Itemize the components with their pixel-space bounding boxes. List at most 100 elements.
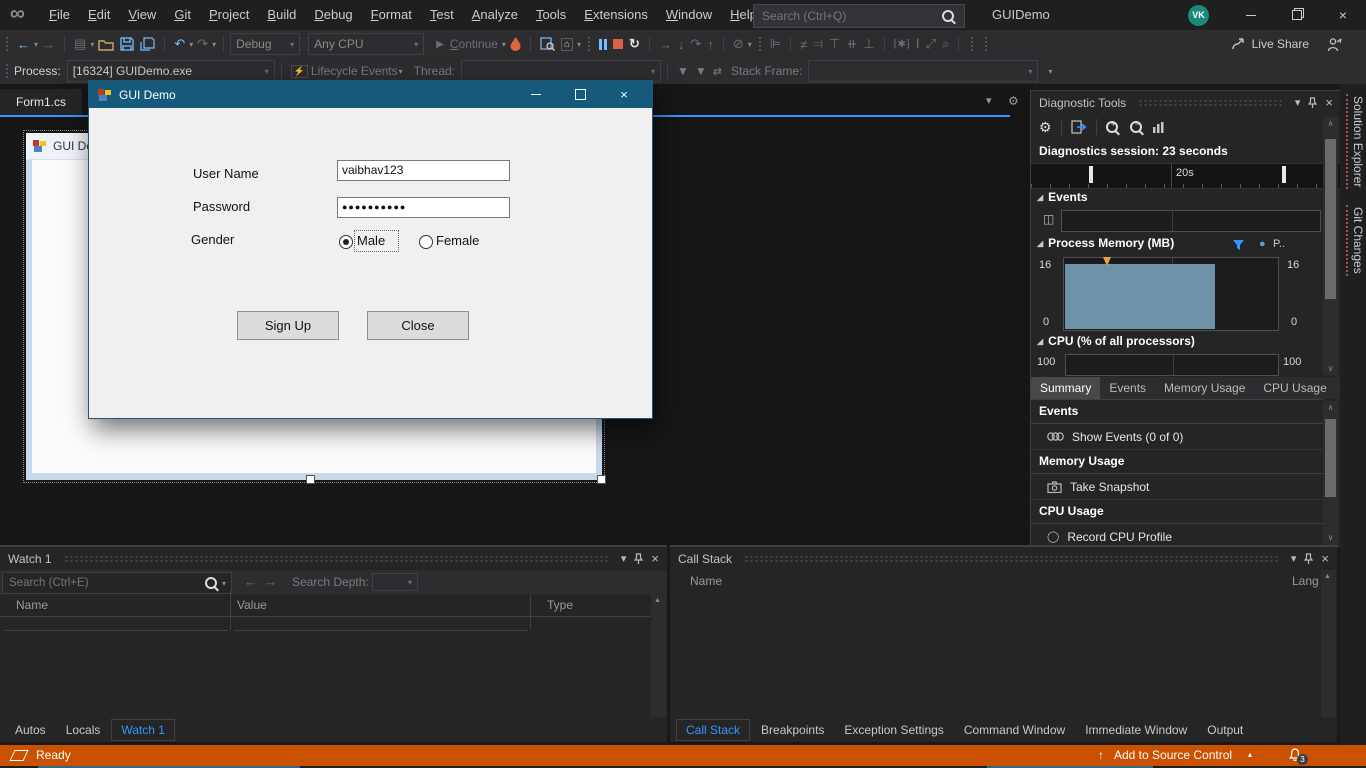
username-field[interactable]: vaibhav123 (337, 160, 510, 181)
tab-breakpoints[interactable]: Breakpoints (752, 720, 833, 740)
diagnostic-tools-titlebar[interactable]: Diagnostic Tools ▾ × (1031, 91, 1341, 114)
search-forward-icon[interactable]: → (264, 574, 277, 589)
send-feedback-icon[interactable] (1327, 37, 1342, 52)
navigate-back-icon[interactable]: ← (17, 37, 30, 52)
menu-build[interactable]: Build (258, 0, 305, 30)
scroll-down-icon[interactable]: ∨ (1323, 533, 1338, 542)
account-avatar[interactable]: VK (1188, 5, 1209, 26)
pin-icon[interactable] (1304, 553, 1313, 565)
callstack-scrollbar[interactable]: ▲ (1321, 570, 1336, 717)
solution-config-dropdown[interactable]: Debug▾ (230, 33, 300, 55)
cpu-section-header[interactable]: ◢ CPU (% of all processors) (1037, 334, 1195, 348)
menu-extensions[interactable]: Extensions (575, 0, 657, 30)
memory-filter-funnel-icon[interactable] (1233, 240, 1244, 250)
minimize-button[interactable] (1228, 0, 1274, 30)
menu-edit[interactable]: Edit (79, 0, 119, 30)
menu-view[interactable]: View (119, 0, 165, 30)
process-dropdown[interactable]: [16324] GUIDemo.exe▾ (67, 60, 275, 82)
close-form-button[interactable]: Close (367, 311, 469, 340)
stack-frame-dropdown[interactable]: ▾ (808, 60, 1038, 82)
tab-output[interactable]: Output (1198, 720, 1252, 740)
zoom-in-icon[interactable]: + (1106, 121, 1116, 133)
menu-window[interactable]: Window (657, 0, 721, 30)
menu-git[interactable]: Git (165, 0, 200, 30)
toolbar-overflow-icon[interactable]: ▾ (1048, 67, 1052, 76)
navigate-forward-icon[interactable]: → (42, 37, 55, 52)
app-minimize-button[interactable] (514, 81, 558, 108)
redo-caret-icon[interactable]: ▾ (212, 40, 216, 49)
summary-scrollbar[interactable]: ∧ ∨ (1323, 401, 1338, 546)
menu-analyze[interactable]: Analyze (463, 0, 527, 30)
timeline-ruler[interactable]: 20s (1031, 163, 1341, 189)
redo-icon[interactable]: ↷ (197, 36, 208, 52)
tab-cpu-usage[interactable]: CPU Usage (1254, 377, 1335, 399)
undo-icon[interactable]: ↶ (174, 36, 185, 52)
column-value[interactable]: Value (237, 598, 267, 612)
panel-menu-caret-icon[interactable]: ▾ (1291, 552, 1297, 565)
watch-search-box[interactable]: ▾ (2, 572, 232, 594)
scroll-down-icon[interactable]: ∨ (1323, 364, 1338, 373)
stop-debug-icon[interactable] (613, 37, 623, 52)
search-options-caret-icon[interactable]: ▾ (222, 579, 226, 588)
tab-exception-settings[interactable]: Exception Settings (835, 720, 952, 740)
password-field[interactable]: ●●●●●●●●●● (337, 197, 510, 218)
continue-button[interactable]: Continue (450, 29, 498, 59)
column-name[interactable]: Name (690, 574, 722, 588)
panel-menu-caret-icon[interactable]: ▾ (621, 552, 627, 565)
menu-format[interactable]: Format (362, 0, 421, 30)
tab-memory-usage[interactable]: Memory Usage (1155, 377, 1254, 399)
restart-debug-icon[interactable]: ↻ (629, 36, 640, 52)
column-type[interactable]: Type (547, 598, 573, 612)
scroll-up-icon[interactable]: ∧ (1323, 119, 1338, 128)
tab-summary[interactable]: Summary (1031, 377, 1100, 399)
menu-debug[interactable]: Debug (305, 0, 361, 30)
platform-dropdown[interactable]: Any CPU▾ (308, 33, 424, 55)
export-session-icon[interactable] (1071, 120, 1087, 134)
male-radio[interactable] (339, 235, 353, 249)
tab-git-changes[interactable]: Git Changes (1346, 205, 1366, 276)
resize-handle-bottom[interactable] (306, 475, 315, 484)
new-file-caret-icon[interactable]: ▾ (90, 40, 94, 49)
take-snapshot-link[interactable]: Take Snapshot (1031, 474, 1323, 500)
resize-handle-bottom-right[interactable] (597, 475, 606, 484)
panel-close-icon[interactable]: × (651, 551, 659, 566)
male-radio-label[interactable]: Male (357, 233, 385, 248)
tab-command-window[interactable]: Command Window (955, 720, 1074, 740)
panel-close-icon[interactable]: × (1325, 95, 1333, 110)
continue-play-icon[interactable]: ▶ (436, 39, 444, 50)
window-layout-icon[interactable]: ⚙ (1008, 94, 1019, 108)
female-radio-label[interactable]: Female (436, 233, 479, 248)
app-maximize-button[interactable] (558, 81, 602, 108)
breakpoints-caret-icon[interactable]: ▾ (748, 40, 752, 49)
menu-project[interactable]: Project (200, 0, 258, 30)
save-all-icon[interactable] (140, 37, 155, 51)
tab-solution-explorer[interactable]: Solution Explorer (1346, 94, 1366, 189)
close-button[interactable]: × (1320, 0, 1366, 30)
quick-search-box[interactable] (753, 4, 965, 28)
break-all-icon[interactable] (599, 39, 607, 50)
tab-events[interactable]: Events (1100, 377, 1155, 399)
search-back-icon[interactable]: ← (244, 574, 257, 589)
scroll-up-icon[interactable]: ▲ (654, 597, 661, 604)
watch-scrollbar[interactable]: ▲ (651, 594, 666, 717)
back-caret-icon[interactable]: ▾ (34, 40, 38, 49)
panel-menu-caret-icon[interactable]: ▾ (1295, 96, 1301, 109)
tab-call-stack[interactable]: Call Stack (676, 719, 750, 741)
gui-demo-app-window[interactable]: GUI Demo × User Name vaibhav123 Password… (88, 80, 653, 419)
chart-view-icon[interactable] (1152, 121, 1166, 134)
hot-reload-icon[interactable] (510, 37, 521, 51)
column-lang[interactable]: Lang (1292, 574, 1319, 588)
column-name[interactable]: Name (16, 598, 48, 612)
tab-form1cs[interactable]: Form1.cs (0, 89, 82, 115)
document-list-caret-icon[interactable]: ▾ (986, 94, 992, 107)
record-cpu-profile-link[interactable]: ◯ Record CPU Profile (1031, 524, 1323, 546)
lifecycle-events-label[interactable]: Lifecycle Events (311, 64, 398, 78)
app-close-button[interactable]: × (602, 81, 646, 108)
zoom-out-icon[interactable]: − (1130, 121, 1140, 133)
app-window-titlebar[interactable]: GUI Demo × (89, 81, 652, 108)
lifecycle-caret-icon[interactable]: ▾ (399, 67, 403, 76)
filter-flagged-icon[interactable]: ▼ (695, 64, 707, 78)
female-radio[interactable] (419, 235, 433, 249)
continue-caret-icon[interactable]: ▾ (502, 40, 506, 49)
panel-close-icon[interactable]: × (1321, 551, 1329, 566)
